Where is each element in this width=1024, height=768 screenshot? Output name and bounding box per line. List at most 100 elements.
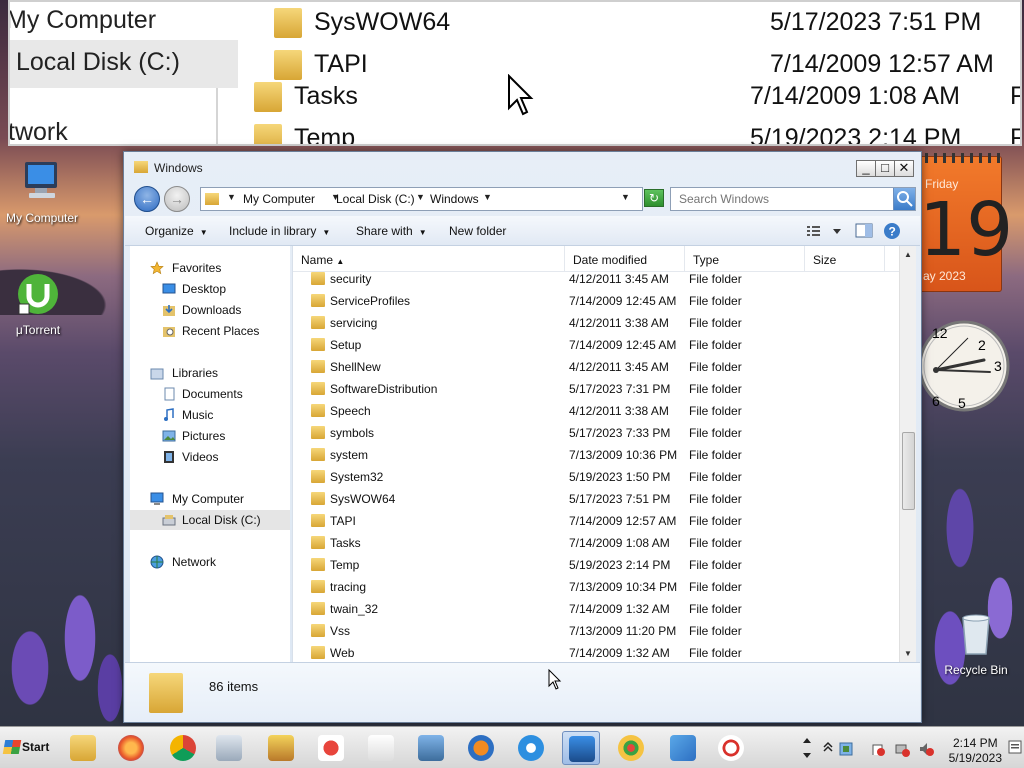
- column-header-name[interactable]: Name ▲: [293, 246, 565, 272]
- close-button[interactable]: ✕: [894, 160, 914, 177]
- chevron-right-icon[interactable]: ▼: [416, 192, 425, 202]
- vertical-scrollbar[interactable]: ▲ ▼: [899, 246, 916, 662]
- address-dropdown-icon[interactable]: ▼: [621, 192, 630, 202]
- scroll-up-arrow-icon[interactable]: ▲: [900, 246, 916, 263]
- nav-local-disk[interactable]: Local Disk (C:): [130, 510, 290, 530]
- taskbar-internet-explorer-button[interactable]: [512, 731, 550, 765]
- column-header-size[interactable]: Size: [805, 246, 885, 272]
- maximize-button[interactable]: □: [875, 160, 895, 177]
- scroll-down-arrow-icon[interactable]: ▼: [900, 645, 916, 662]
- file-row[interactable]: Speech 4/12/2011 3:38 AM File folder: [293, 400, 899, 422]
- file-row[interactable]: servicing 4/12/2011 3:38 AM File folder: [293, 312, 899, 334]
- change-view-icon[interactable]: [805, 222, 845, 240]
- file-row[interactable]: Web 7/14/2009 1:32 AM File folder: [293, 642, 899, 662]
- file-row[interactable]: TAPI 7/14/2009 12:57 AM File folder: [293, 510, 899, 532]
- nav-my-computer[interactable]: My Computer: [130, 489, 290, 509]
- preview-pane-icon[interactable]: [855, 222, 873, 240]
- file-date-modified: 4/12/2011 3:38 AM: [569, 316, 669, 330]
- magnifier-window: My Computer Local Disk (C:) twork SysWOW…: [8, 0, 1022, 146]
- breadcrumb-local-disk[interactable]: Local Disk (C:): [336, 192, 415, 206]
- file-row[interactable]: twain_32 7/14/2009 1:32 AM File folder: [293, 598, 899, 620]
- taskbar-calculator-button[interactable]: [210, 731, 248, 765]
- file-row[interactable]: system 7/13/2009 10:36 PM File folder: [293, 444, 899, 466]
- show-hidden-icons-icon[interactable]: [822, 739, 834, 753]
- file-name: SoftwareDistribution: [330, 382, 438, 396]
- file-row[interactable]: ServiceProfiles 7/14/2009 12:45 AM File fo…: [293, 290, 899, 312]
- share-with-button[interactable]: Share with ▼: [356, 224, 427, 238]
- file-row[interactable]: ShellNew 4/12/2011 3:45 AM File folder: [293, 356, 899, 378]
- column-header-type[interactable]: Type: [685, 246, 805, 272]
- nav-libraries[interactable]: Libraries: [130, 363, 290, 383]
- file-list-pane[interactable]: security 4/12/2011 3:45 AM File folder Serv…: [292, 246, 916, 662]
- new-folder-button[interactable]: New folder: [449, 224, 506, 238]
- action-center-icon[interactable]: [870, 741, 886, 757]
- file-row[interactable]: Setup 7/14/2009 12:45 AM File folder: [293, 334, 899, 356]
- item-count: 86 items: [209, 679, 259, 694]
- minimize-button[interactable]: _: [856, 160, 876, 177]
- file-row[interactable]: Vss 7/13/2009 11:20 PM File folder: [293, 620, 899, 642]
- desktop-icon-my-computer[interactable]: My Computer: [0, 160, 84, 225]
- nav-documents[interactable]: Documents: [130, 384, 290, 404]
- back-button[interactable]: ←: [134, 186, 160, 212]
- network-status-icon[interactable]: [894, 741, 910, 757]
- taskbar-firefox-button[interactable]: [112, 731, 150, 765]
- clock-gadget[interactable]: 12 2 3 5 6: [918, 308, 1010, 428]
- include-in-library-button[interactable]: Include in library ▼: [229, 224, 330, 238]
- taskbar-paint-button[interactable]: [612, 731, 650, 765]
- nav-recent-places[interactable]: Recent Places: [130, 321, 290, 341]
- column-header-date[interactable]: Date modified: [565, 246, 685, 272]
- taskbar-control-panel-button[interactable]: [412, 731, 450, 765]
- file-row[interactable]: SysWOW64 5/17/2023 7:51 PM File folder: [293, 488, 899, 510]
- window-titlebar[interactable]: Windows _ □ ✕: [124, 152, 921, 182]
- desktop-icon-utorrent[interactable]: μTorrent: [0, 272, 80, 337]
- mouse-cursor-icon: [508, 74, 534, 116]
- help-icon[interactable]: ?: [883, 222, 901, 240]
- taskbar-send-button[interactable]: [664, 731, 702, 765]
- tray-app-icon[interactable]: [838, 741, 854, 757]
- taskbar-hearts-button[interactable]: [312, 731, 350, 765]
- chrome-icon: [170, 735, 196, 761]
- organize-button[interactable]: Organize ▼: [145, 224, 208, 238]
- nav-pictures[interactable]: Pictures: [130, 426, 290, 446]
- desktop-icon-recycle-bin[interactable]: Recycle Bin: [934, 612, 1018, 677]
- file-row[interactable]: Temp 5/19/2023 2:14 PM File folder: [293, 554, 899, 576]
- nav-downloads[interactable]: Downloads: [130, 300, 290, 320]
- file-row[interactable]: Tasks 7/14/2009 1:08 AM File folder: [293, 532, 899, 554]
- search-icon[interactable]: [893, 188, 915, 210]
- file-row[interactable]: symbols 5/17/2023 7:33 PM File folder: [293, 422, 899, 444]
- nav-favorites[interactable]: Favorites: [130, 258, 290, 278]
- breadcrumb-my-computer[interactable]: My Computer: [243, 192, 315, 206]
- address-bar[interactable]: ▼ My Computer ▼ Local Disk (C:) ▼ Window…: [200, 187, 643, 211]
- search-input[interactable]: [671, 188, 891, 210]
- taskbar-snipping-tool-button[interactable]: [712, 731, 750, 765]
- file-row[interactable]: tracing 7/13/2009 10:34 PM File folder: [293, 576, 899, 598]
- nav-desktop[interactable]: Desktop: [130, 279, 290, 299]
- taskbar-file-explorer-button[interactable]: [64, 731, 102, 765]
- taskbar-spider-solitaire-button[interactable]: [362, 731, 400, 765]
- taskbar-solitaire-king-button[interactable]: [262, 731, 300, 765]
- breadcrumb-windows[interactable]: Windows: [430, 192, 479, 206]
- nav-music[interactable]: Music: [130, 405, 290, 425]
- refresh-button[interactable]: ↻: [644, 189, 664, 207]
- file-row[interactable]: SoftwareDistribution 5/17/2023 7:31 PM Fil…: [293, 378, 899, 400]
- notification-icon[interactable]: [1008, 739, 1022, 757]
- taskbar-clock[interactable]: 2:14 PM 5/19/2023: [949, 736, 1002, 766]
- scrollbar-thumb[interactable]: [902, 432, 915, 510]
- nav-network[interactable]: Network: [130, 552, 290, 572]
- taskbar-media-player-button[interactable]: [462, 731, 500, 765]
- explorer-window[interactable]: Windows _ □ ✕ ← → ▼ My Computer ▼ Local …: [123, 151, 922, 723]
- taskbar-remote-desktop-button[interactable]: [562, 731, 600, 765]
- scroll-arrows-icon[interactable]: [800, 735, 814, 761]
- chevron-right-icon[interactable]: ▼: [483, 192, 492, 202]
- taskbar-chrome-button[interactable]: [164, 731, 202, 765]
- volume-muted-icon[interactable]: [918, 741, 934, 757]
- start-button[interactable]: Start: [2, 735, 54, 761]
- file-row[interactable]: System32 5/19/2023 1:50 PM File folder: [293, 466, 899, 488]
- nav-videos[interactable]: Videos: [130, 447, 290, 467]
- calendar-gadget[interactable]: Friday 19 ay 2023: [918, 153, 1013, 292]
- forward-button[interactable]: →: [164, 186, 190, 212]
- star-icon: [150, 261, 164, 275]
- file-date-modified: 5/17/2023 7:51 PM: [569, 492, 671, 506]
- file-date-modified: 7/13/2009 10:34 PM: [569, 580, 678, 594]
- search-box[interactable]: [670, 187, 916, 211]
